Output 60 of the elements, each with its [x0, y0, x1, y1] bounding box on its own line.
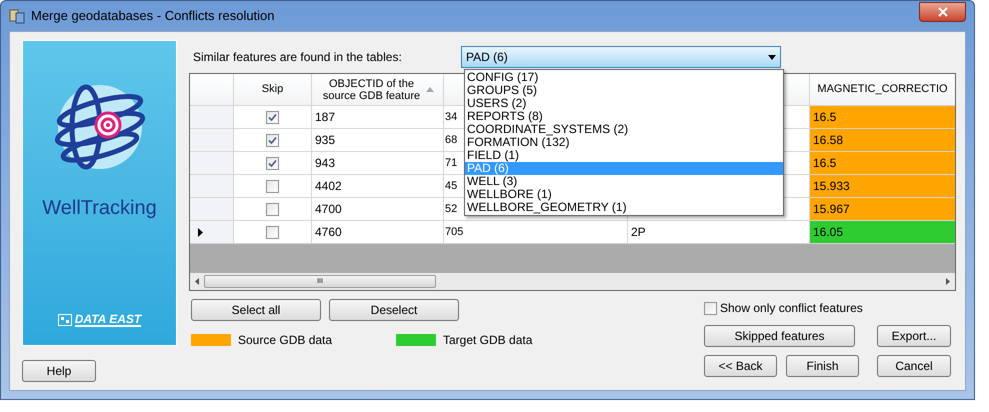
cancel-button[interactable]: Cancel [877, 355, 951, 377]
dropdown-option[interactable]: FIELD (1) [465, 149, 783, 162]
scroll-left-icon[interactable] [195, 278, 199, 285]
row-header[interactable] [190, 221, 234, 243]
dropdown-option[interactable]: GROUPS (5) [465, 84, 783, 97]
skip-checkbox[interactable] [266, 202, 279, 216]
window-title: Merge geodatabases - Conflicts resolution [31, 7, 275, 26]
tables-label: Similar features are found in the tables: [193, 49, 403, 66]
show-only-conflicts-checkbox[interactable] [704, 302, 717, 314]
skip-checkbox[interactable] [266, 110, 279, 124]
finish-button[interactable]: Finish [786, 355, 859, 377]
dropdown-option[interactable]: CONFIG (17) [465, 71, 783, 84]
dropdown-option[interactable]: REPORTS (8) [465, 110, 783, 123]
skip-checkbox[interactable] [266, 180, 279, 192]
table-cell: 187 [312, 106, 444, 128]
legend-label: Target GDB data [443, 332, 532, 349]
table-cell: 16.5 [810, 152, 955, 174]
column-header[interactable]: Skip [234, 74, 312, 105]
table-cell: 935 [312, 129, 444, 151]
company-logo-icon [58, 314, 72, 326]
product-name: WellTracking [42, 196, 157, 221]
column-header[interactable]: OBJECTID of the source GDB feature [312, 74, 444, 105]
table-cell: 4760 [312, 221, 444, 243]
current-row-icon [198, 228, 203, 236]
back-button[interactable]: << Back [704, 355, 777, 377]
app-icon [9, 8, 25, 24]
table-cell: 16.58 [810, 129, 955, 151]
table-cell: 16.5 [810, 106, 955, 128]
scroll-right-icon[interactable] [946, 278, 950, 285]
table-cell: 15.933 [810, 175, 955, 197]
deselect-button[interactable]: Deselect [329, 299, 459, 321]
checkbox-label: Show only conflict features [720, 300, 863, 317]
table-cell: 705 [444, 221, 628, 243]
table-cell: 4402 [312, 175, 444, 197]
dropdown-option[interactable]: COORDINATE_SYSTEMS (2) [465, 123, 783, 136]
caret-icon [768, 54, 776, 60]
column-header[interactable]: MAGNETIC_CORRECTIO [810, 74, 955, 105]
column-title: OBJECTID of the source GDB feature [322, 78, 422, 102]
company-name: DATA EAST [74, 313, 142, 327]
table-cell: 16.05 [810, 221, 955, 243]
dropdown-option[interactable]: USERS (2) [465, 97, 783, 110]
close-icon [938, 7, 948, 17]
select-all-button[interactable]: Select all [191, 299, 321, 321]
dropdown-option[interactable]: WELLBORE_GEOMETRY (1) [465, 201, 783, 214]
tables-dropdown[interactable]: PAD (6) [461, 46, 781, 68]
skip-checkbox[interactable] [266, 134, 279, 146]
legend-label: Source GDB data [238, 332, 332, 349]
dropdown-option[interactable]: WELLBORE (1) [465, 188, 783, 201]
skip-checkbox[interactable] [266, 156, 279, 170]
dropdown-option[interactable]: WELL (3) [465, 175, 783, 188]
skip-checkbox[interactable] [266, 226, 279, 238]
table-cell: 15.967 [810, 198, 955, 220]
close-button[interactable] [919, 2, 966, 22]
export-button[interactable]: Export... [877, 325, 951, 347]
sort-arrow-icon [426, 87, 434, 92]
skipped-features-button[interactable]: Skipped features [704, 325, 855, 347]
dropdown-option[interactable]: FORMATION (132) [465, 136, 783, 149]
help-button[interactable]: Help [22, 360, 96, 382]
table-cell: 943 [312, 152, 444, 174]
table-cell: 4700 [312, 198, 444, 220]
